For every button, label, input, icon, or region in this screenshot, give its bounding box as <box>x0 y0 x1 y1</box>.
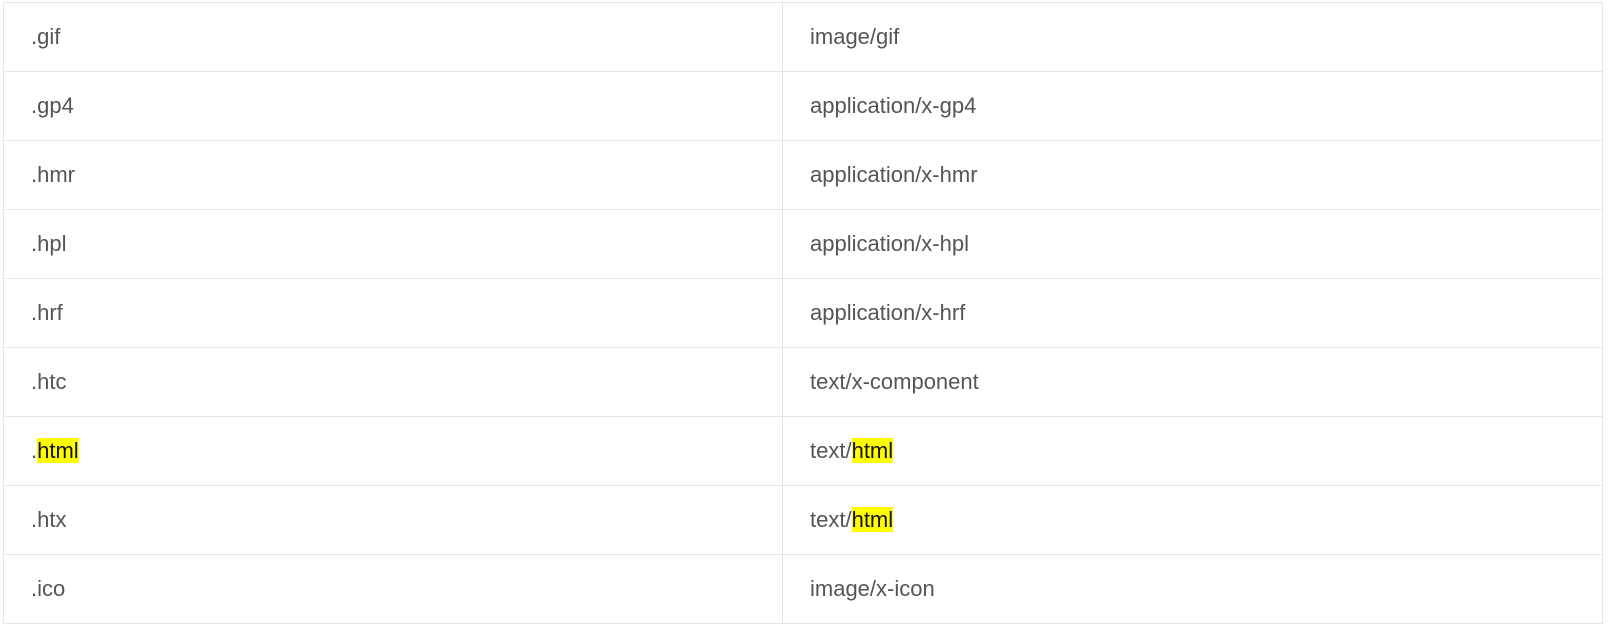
extension-cell: .html <box>3 416 783 486</box>
search-highlight: html <box>37 438 79 463</box>
mime-type-cell: image/gif <box>782 2 1603 72</box>
extension-cell: .hmr <box>3 140 783 210</box>
mime-type-cell: text/html <box>782 485 1603 555</box>
mime-type-cell: application/x-hmr <box>782 140 1603 210</box>
table-row: .html text/html <box>3 416 1603 486</box>
cell-text: .gp4 <box>31 93 74 118</box>
cell-text: image/x-icon <box>810 576 935 601</box>
cell-text: text/x-component <box>810 369 979 394</box>
table-row: .htc text/x-component <box>3 347 1603 417</box>
table-row: .gif image/gif <box>3 2 1603 72</box>
cell-text: text/ <box>810 438 852 463</box>
table-row: .hmr application/x-hmr <box>3 140 1603 210</box>
search-highlight: html <box>851 438 894 463</box>
cell-text: .hmr <box>31 162 75 187</box>
cell-text: application/x-hrf <box>810 300 966 325</box>
table-row: .gp4 application/x-gp4 <box>3 71 1603 141</box>
cell-text: .ico <box>31 576 66 601</box>
mime-type-table: .gif image/gif .gp4 application/x-gp4 .hmr ap… <box>3 2 1603 624</box>
table-row: .ico image/x-icon <box>3 554 1603 624</box>
mime-type-table-container: .gif image/gif .gp4 application/x-gp4 .hmr ap… <box>3 2 1603 624</box>
extension-cell: .hpl <box>3 209 783 279</box>
search-highlight: html <box>851 507 894 532</box>
mime-type-table-body: .gif image/gif .gp4 application/x-gp4 .hmr ap… <box>3 2 1603 624</box>
cell-text: .hrf <box>31 300 63 325</box>
table-row: .hpl application/x-hpl <box>3 209 1603 279</box>
cell-text: .htx <box>31 507 67 532</box>
table-row: .htx text/html <box>3 485 1603 555</box>
extension-cell: .gif <box>3 2 783 72</box>
cell-text: .gif <box>31 24 61 49</box>
extension-cell: .htx <box>3 485 783 555</box>
cell-text: text/ <box>810 507 852 532</box>
mime-type-cell: application/x-hrf <box>782 278 1603 348</box>
cell-text: application/x-hpl <box>810 231 969 256</box>
cell-text: .hpl <box>31 231 67 256</box>
extension-cell: .htc <box>3 347 783 417</box>
mime-type-cell: application/x-gp4 <box>782 71 1603 141</box>
cell-text: application/x-gp4 <box>810 93 977 118</box>
extension-cell: .gp4 <box>3 71 783 141</box>
extension-cell: .ico <box>3 554 783 624</box>
mime-type-cell: application/x-hpl <box>782 209 1603 279</box>
extension-cell: .hrf <box>3 278 783 348</box>
mime-type-cell: text/html <box>782 416 1603 486</box>
cell-text: .htc <box>31 369 67 394</box>
table-row: .hrf application/x-hrf <box>3 278 1603 348</box>
cell-text: image/gif <box>810 24 900 49</box>
mime-type-cell: text/x-component <box>782 347 1603 417</box>
mime-type-cell: image/x-icon <box>782 554 1603 624</box>
cell-text: application/x-hmr <box>810 162 978 187</box>
